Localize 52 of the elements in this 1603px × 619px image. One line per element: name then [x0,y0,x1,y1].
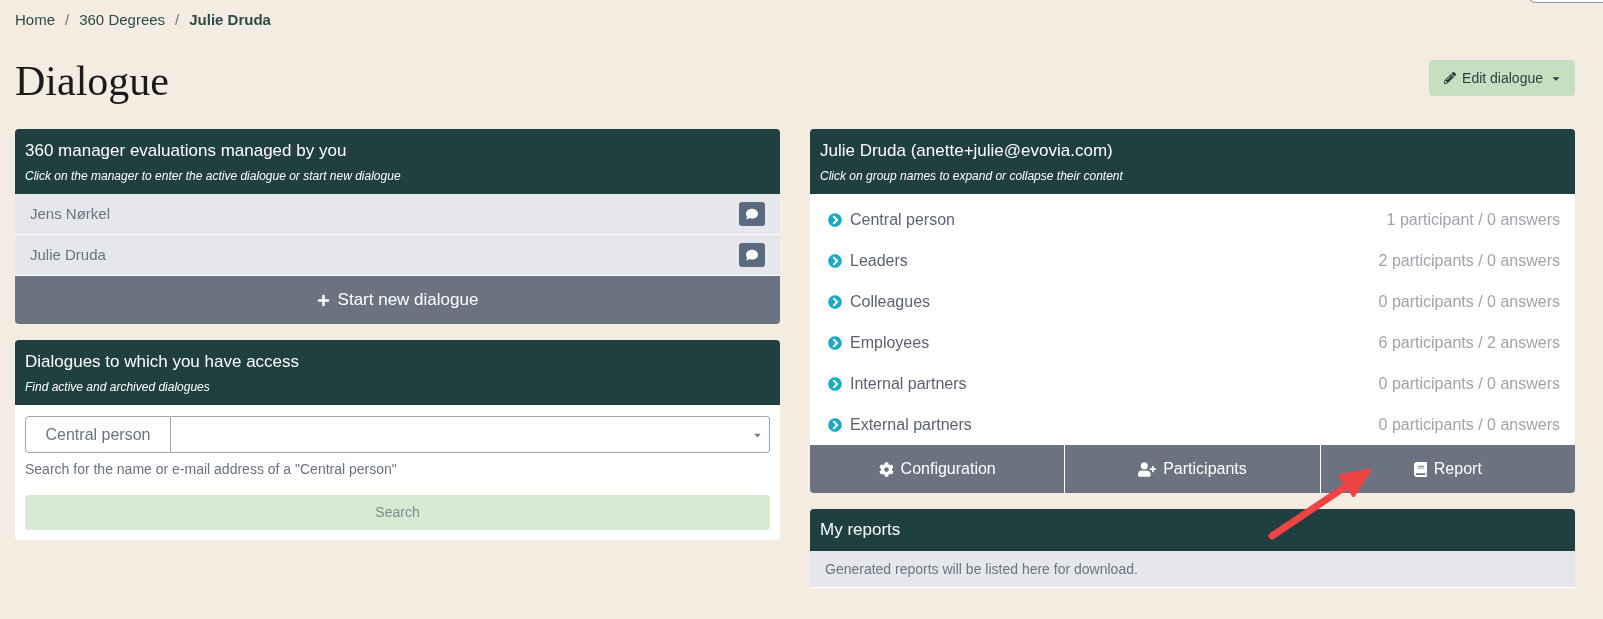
panel-title: 360 manager evaluations managed by you [25,140,348,162]
plus-icon [316,293,330,307]
breadcrumb-current: Julie Druda [189,10,271,30]
manager-name[interactable]: Jens Nørkel [30,202,111,226]
panel-title: Dialogues to which you have access [25,351,301,373]
page-title: Dialogue [15,60,169,102]
chevron-right-icon[interactable] [828,212,842,227]
manager-name[interactable]: Julie Druda [30,243,106,267]
chat-bubble-icon[interactable] [739,243,765,267]
group-summary: 0 participants / 0 answers [1378,291,1560,312]
panel-title: Julie Druda (anette+julie@evovia.com) [820,140,1114,162]
chat-bubble-icon[interactable] [739,202,765,226]
chevron-right-icon[interactable] [828,417,842,432]
group-summary: 1 participant / 0 answers [1386,209,1560,230]
book-icon [1413,461,1427,477]
manager-row[interactable]: Julie Druda [15,235,780,276]
group-name[interactable]: Central person [850,207,955,232]
group-summary: 0 participants / 0 answers [1378,414,1560,435]
start-dialogue-button[interactable]: Start new dialogue [15,276,780,324]
breadcrumb-link[interactable]: Home [15,10,55,30]
group-name[interactable]: Leaders [850,248,908,273]
field-label: Central person [25,416,171,453]
pencil-icon [1444,72,1457,84]
group-summary: 2 participants / 0 answers [1378,250,1560,271]
group-name[interactable]: Employees [850,330,930,355]
search-button: Search [25,495,770,530]
chevron-right-icon[interactable] [828,335,842,350]
panel-subtitle: Click on the manager to enter the active dialogue or start new dialogue [25,168,402,184]
group-summary: 0 participants / 0 answers [1378,373,1560,394]
settings-icon [878,461,894,477]
action-button[interactable]: Participants [1064,445,1320,493]
breadcrumb-separator: / [175,10,180,30]
group-name[interactable]: Internal partners [850,371,967,396]
panel-subtitle: Find active and archived dialogues [25,379,211,395]
select-field[interactable] [171,416,770,453]
help-text: Search for the name or e-mail address of a "Central person" [25,460,398,479]
breadcrumb-link[interactable]: 360 Degrees [79,10,166,30]
breadcrumb-separator: / [65,10,70,30]
chevron-right-icon[interactable] [828,253,842,268]
action-button[interactable]: Configuration [810,445,1065,493]
group-name[interactable]: Colleagues [850,289,931,314]
edit-dialogue-button[interactable]: Edit dialogue [1429,60,1575,96]
chevron-right-icon[interactable] [828,376,842,391]
chevron-right-icon[interactable] [828,294,842,309]
panel-title: My reports [820,519,901,542]
manager-row[interactable]: Jens Nørkel [15,194,780,235]
group-name[interactable]: External partners [850,412,972,437]
empty-reports-text: Generated reports will be listed here for download. [825,560,1139,579]
panel-subtitle: Click on group names to expand or collapse their content [820,168,1124,184]
user-plus-icon [1138,461,1157,477]
group-summary: 6 participants / 2 answers [1378,332,1560,353]
action-button[interactable]: Report [1319,445,1575,493]
